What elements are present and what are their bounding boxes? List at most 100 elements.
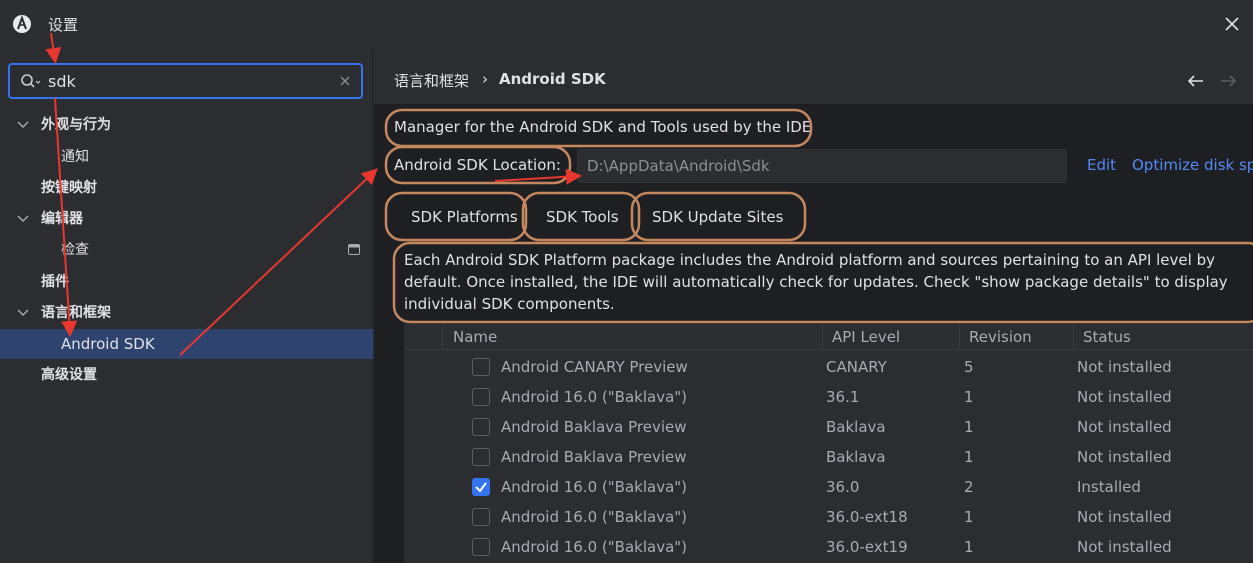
row-checkbox[interactable]	[472, 508, 490, 526]
row-status: Not installed	[1077, 508, 1172, 526]
sdk-location-label: Android SDK Location:	[394, 156, 561, 174]
content-header: 语言和框架 › Android SDK	[374, 50, 1253, 104]
chevron-down-icon[interactable]	[16, 119, 30, 131]
sidebar-item-notifications[interactable]: 通知	[0, 142, 373, 172]
row-name: Android Baklava Preview	[501, 448, 687, 466]
row-name: Android 16.0 ("Baklava")	[501, 388, 688, 406]
row-status: Not installed	[1077, 358, 1172, 376]
sidebar-item-keymap[interactable]: 按键映射	[0, 173, 373, 203]
chevron-down-icon[interactable]	[16, 213, 30, 225]
sidebar-item-label: 检查	[61, 242, 89, 258]
row-name: Android 16.0 ("Baklava")	[501, 538, 688, 556]
row-status: Not installed	[1077, 388, 1172, 406]
settings-content: 语言和框架 › Android SDK Manager for the Andr…	[374, 50, 1253, 563]
sidebar-item-label: 高级设置	[41, 367, 97, 383]
row-status: Not installed	[1077, 418, 1172, 436]
tab-sdk-update-sites[interactable]: SDK Update Sites	[652, 208, 783, 226]
row-name: Android CANARY Preview	[501, 358, 688, 376]
table-header: Name API Level Revision Status	[404, 324, 1253, 350]
edit-link[interactable]: Edit	[1087, 156, 1116, 174]
table-row[interactable]: Android 16.0 ("Baklava") 36.0 2 Installe…	[404, 473, 1253, 503]
sdk-location-field[interactable]: D:\AppData\Android\Sdk	[577, 149, 1067, 183]
sidebar-item-languages[interactable]: 语言和框架	[0, 298, 373, 328]
column-api-level[interactable]: API Level	[832, 328, 900, 346]
sidebar-item-label: 按键映射	[41, 180, 97, 196]
row-api-level: 36.0-ext19	[826, 538, 908, 556]
row-revision: 1	[964, 448, 974, 466]
column-divider	[822, 324, 823, 350]
column-divider	[442, 324, 443, 350]
row-status: Not installed	[1077, 448, 1172, 466]
column-divider	[959, 324, 960, 350]
breadcrumb-separator: ›	[482, 70, 488, 88]
sidebar-item-label: Android SDK	[61, 335, 155, 353]
project-settings-icon	[348, 244, 360, 255]
android-studio-icon	[13, 15, 31, 33]
clear-icon[interactable]	[338, 74, 352, 88]
row-revision: 2	[964, 478, 974, 496]
forward-arrow-icon[interactable]	[1219, 74, 1237, 88]
row-api-level: Baklava	[826, 448, 886, 466]
table-row[interactable]: Android CANARY Preview CANARY 5 Not inst…	[404, 353, 1253, 383]
sidebar-item-label: 编辑器	[41, 211, 83, 227]
chevron-down-icon[interactable]	[16, 307, 30, 319]
title-bar: 设置	[0, 0, 1253, 50]
search-input[interactable]	[48, 70, 328, 92]
row-api-level: 36.1	[826, 388, 860, 406]
table-row[interactable]: Android 16.0 ("Baklava") 36.1 1 Not inst…	[404, 383, 1253, 413]
row-checkbox[interactable]	[472, 448, 490, 466]
row-status: Not installed	[1077, 538, 1172, 556]
table-row[interactable]: Android 16.0 ("Baklava") 36.0-ext18 1 No…	[404, 503, 1253, 533]
settings-sidebar: 外观与行为 通知 按键映射 编辑器 检查 插件 语言和框架 Android SD…	[0, 50, 373, 563]
sdk-platforms-info: Each Android SDK Platform package includ…	[404, 251, 1228, 313]
search-box[interactable]	[8, 63, 363, 99]
tab-sdk-tools[interactable]: SDK Tools	[546, 208, 619, 226]
sidebar-item-advanced[interactable]: 高级设置	[0, 360, 373, 390]
tab-sdk-platforms[interactable]: SDK Platforms	[411, 208, 518, 226]
table-row[interactable]: Android Baklava Preview Baklava 1 Not in…	[404, 413, 1253, 443]
row-revision: 5	[964, 358, 974, 376]
sdk-manager-description: Manager for the Android SDK and Tools us…	[394, 118, 812, 136]
row-api-level: Baklava	[826, 418, 886, 436]
row-name: Android Baklava Preview	[501, 418, 687, 436]
back-arrow-icon[interactable]	[1187, 74, 1205, 88]
sidebar-item-label: 外观与行为	[41, 117, 111, 133]
sidebar-item-android-sdk[interactable]: Android SDK	[0, 329, 373, 359]
row-status: Installed	[1077, 478, 1141, 496]
row-revision: 1	[964, 508, 974, 526]
row-api-level: 36.0	[826, 478, 860, 496]
sidebar-item-appearance[interactable]: 外观与行为	[0, 110, 373, 140]
row-checkbox[interactable]	[472, 358, 490, 376]
sidebar-item-inspections[interactable]: 检查	[0, 235, 373, 265]
optimize-disk-link[interactable]: Optimize disk sp	[1132, 156, 1253, 174]
table-row[interactable]: Android 16.0 ("Baklava") 36.0-ext19 1 No…	[404, 533, 1253, 563]
sdk-platforms-table: Name API Level Revision Status Android C…	[404, 324, 1253, 563]
sidebar-item-plugins[interactable]: 插件	[0, 267, 373, 297]
sidebar-item-editor[interactable]: 编辑器	[0, 204, 373, 234]
row-revision: 1	[964, 538, 974, 556]
row-revision: 1	[964, 418, 974, 436]
close-icon[interactable]	[1223, 15, 1241, 33]
row-checkbox[interactable]	[472, 418, 490, 436]
column-status[interactable]: Status	[1083, 328, 1131, 346]
search-icon[interactable]	[20, 73, 42, 91]
row-name: Android 16.0 ("Baklava")	[501, 508, 688, 526]
column-divider	[1073, 324, 1074, 350]
sidebar-item-label: 通知	[61, 149, 89, 165]
breadcrumb-parent[interactable]: 语言和框架	[394, 70, 469, 91]
window-title: 设置	[48, 16, 79, 34]
row-api-level: CANARY	[826, 358, 887, 376]
breadcrumb-current: Android SDK	[499, 70, 606, 88]
row-checkbox[interactable]	[472, 388, 490, 406]
row-name: Android 16.0 ("Baklava")	[501, 478, 688, 496]
sidebar-item-label: 语言和框架	[41, 305, 111, 321]
row-api-level: 36.0-ext18	[826, 508, 908, 526]
sidebar-item-label: 插件	[41, 274, 69, 290]
table-row[interactable]: Android Baklava Preview Baklava 1 Not in…	[404, 443, 1253, 473]
checkmark-icon	[475, 482, 487, 493]
column-revision[interactable]: Revision	[969, 328, 1032, 346]
row-revision: 1	[964, 388, 974, 406]
column-name[interactable]: Name	[453, 328, 497, 346]
row-checkbox[interactable]	[472, 538, 490, 556]
row-checkbox[interactable]	[472, 478, 490, 496]
